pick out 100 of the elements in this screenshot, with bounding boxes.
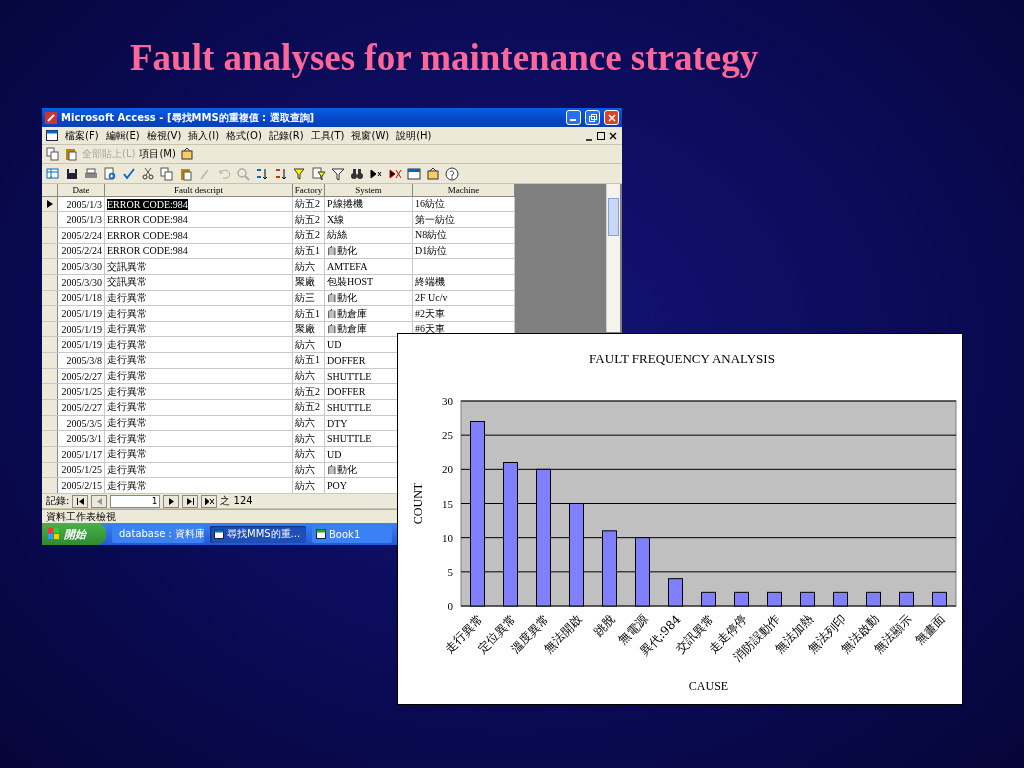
menu-item[interactable]: 格式(O) <box>226 128 262 143</box>
menu-item[interactable]: 視窗(W) <box>351 128 390 143</box>
table-cell: 2005/1/19 <box>58 306 105 321</box>
table-cell: 終端機 <box>413 274 515 290</box>
menu-item[interactable]: 工具(T) <box>310 128 345 143</box>
taskbar-button[interactable]: 尋找MMS的重... <box>210 525 306 543</box>
y-tick-label: 0 <box>447 600 453 612</box>
table-cell: 紡五2 <box>293 400 325 415</box>
column-header[interactable]: Date <box>58 184 105 196</box>
table-cell: 紡六 <box>293 415 325 431</box>
table-cell: 2005/3/30 <box>58 274 105 290</box>
y-tick-label: 5 <box>447 565 453 578</box>
table-cell: 走行異常 <box>105 400 293 415</box>
table-cell: 走行異常 <box>105 431 293 446</box>
table-cell: 紡五2 <box>293 384 325 400</box>
table-cell: 走行異常 <box>105 446 293 462</box>
table-cell: 2005/2/27 <box>58 400 105 415</box>
table-cell: 紡三 <box>293 290 325 306</box>
table-cell: 2005/2/24 <box>58 228 105 243</box>
table-cell: 2005/1/3 <box>58 196 105 212</box>
table-cell: 聚廠 <box>293 321 325 337</box>
table-cell: 2005/1/19 <box>58 321 105 337</box>
table-cell: ERROR CODE:984 <box>105 243 293 259</box>
menu-item[interactable]: 檢視(V) <box>146 128 182 143</box>
table-cell: 紡絲 <box>325 228 413 243</box>
y-tick-label: 30 <box>442 395 453 407</box>
table-cell: N8紡位 <box>413 228 515 243</box>
table-cell: 走行異常 <box>105 353 293 368</box>
table-cell: 紡六 <box>293 446 325 462</box>
toolbar-command[interactable]: 項目(M) <box>139 147 176 161</box>
table-cell: 2F Uc/v <box>413 290 515 306</box>
table-cell: 自動化 <box>325 290 413 306</box>
table-cell: 自動化 <box>325 243 413 259</box>
table-cell: 走行異常 <box>105 478 293 493</box>
table-cell: 2005/3/30 <box>58 259 105 274</box>
table-cell: 紡五2 <box>293 196 325 212</box>
table-cell: 2005/2/24 <box>58 243 105 259</box>
table-cell: 聚廠 <box>293 274 325 290</box>
table-cell: 紡六 <box>293 259 325 274</box>
table-cell: 紡五1 <box>293 306 325 321</box>
table-cell: 第一紡位 <box>413 212 515 227</box>
menu-item[interactable]: 檔案(F) <box>65 128 99 143</box>
table-cell: 紡五1 <box>293 243 325 259</box>
table-cell: 走行異常 <box>105 290 293 306</box>
table-cell: 2005/2/27 <box>58 368 105 384</box>
table-cell: 交訊異常 <box>105 259 293 274</box>
table-cell: D1紡位 <box>413 243 515 259</box>
table-cell: P線捲機 <box>325 196 413 212</box>
table-cell: 2005/1/19 <box>58 337 105 353</box>
table-cell: 16紡位 <box>413 196 515 212</box>
column-header[interactable]: System <box>325 184 413 196</box>
table-cell: 2005/1/18 <box>58 290 105 306</box>
record-count: 之 124 <box>220 494 253 508</box>
table-cell: ERROR CODE:984 <box>105 196 293 212</box>
table-cell: AMTEFA <box>325 259 413 274</box>
table-cell: 走行異常 <box>105 306 293 321</box>
column-header[interactable]: Fault descript <box>105 184 293 196</box>
table-cell: 2005/3/1 <box>58 431 105 446</box>
table-cell: 2005/3/5 <box>58 415 105 431</box>
slide-title: Fault analyses for maintenance strategy <box>130 36 759 80</box>
table-cell: 走行異常 <box>105 415 293 431</box>
y-tick-label: 25 <box>442 429 453 442</box>
category-label: 跳脫 <box>590 612 618 640</box>
window-title: Microsoft Access - [尋找MMS的重複值 : 選取查詢] <box>61 110 316 125</box>
chart-title: FAULT FREQUENCY ANALYSIS <box>589 351 775 366</box>
table-cell: 自動倉庫 <box>325 306 413 321</box>
table-cell: ERROR CODE:984 <box>105 228 293 243</box>
table-cell: 2005/1/17 <box>58 446 105 462</box>
menu-item[interactable]: 說明(H) <box>396 128 432 143</box>
table-cell: X線 <box>325 212 413 227</box>
y-tick-label: 20 <box>442 463 453 476</box>
table-cell: #2天車 <box>413 306 515 321</box>
menu-item[interactable]: 編輯(E) <box>105 128 140 143</box>
record-number-field[interactable]: 1 <box>110 494 161 508</box>
table-cell: 紡六 <box>293 462 325 478</box>
table-cell: 走行異常 <box>105 321 293 337</box>
table-cell: 紡六 <box>293 431 325 446</box>
category-label: 無畫面 <box>912 612 948 648</box>
y-tick-label: 10 <box>442 531 453 544</box>
table-cell: 2005/1/3 <box>58 212 105 227</box>
table-cell: 紡六 <box>293 478 325 493</box>
column-header[interactable]: Machine <box>413 184 515 196</box>
table-cell: 2005/1/25 <box>58 384 105 400</box>
table-cell: 紡六 <box>293 368 325 384</box>
menu-item[interactable]: 記錄(R) <box>268 128 304 143</box>
table-cell: 走行異常 <box>105 462 293 478</box>
taskbar-button[interactable]: database : 資料庫 <box>112 525 204 543</box>
table-cell: 2005/1/25 <box>58 462 105 478</box>
record-label: 記錄: <box>46 494 70 508</box>
table-cell: 紡六 <box>293 337 325 353</box>
menu-item[interactable]: 插入(I) <box>188 128 220 143</box>
taskbar-button[interactable]: Book1 <box>312 525 392 543</box>
table-cell: 紡五1 <box>293 353 325 368</box>
table-cell: 2005/2/15 <box>58 478 105 493</box>
column-header[interactable]: Factory <box>293 184 325 196</box>
table-cell: 交訊異常 <box>105 274 293 290</box>
table-cell: ERROR CODE:984 <box>105 212 293 227</box>
table-cell: 2005/3/8 <box>58 353 105 368</box>
table-cell: 走行異常 <box>105 384 293 400</box>
table-cell: 走行異常 <box>105 368 293 384</box>
